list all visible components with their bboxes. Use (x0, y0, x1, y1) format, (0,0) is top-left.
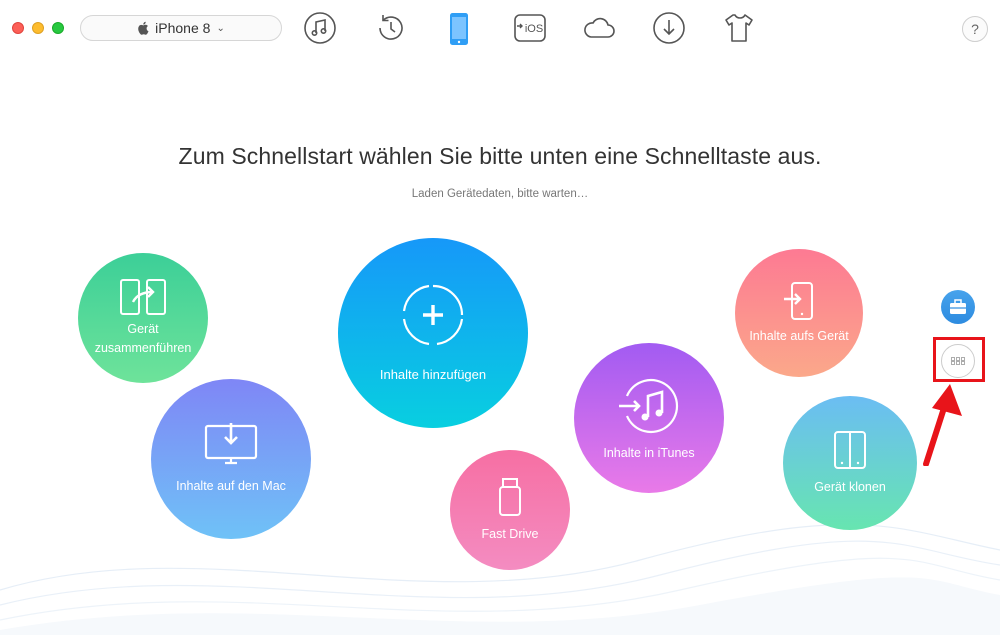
help-button[interactable]: ? (962, 16, 988, 42)
fast-drive-label: Fast Drive (481, 526, 539, 541)
clone-icon (834, 430, 866, 469)
loading-status: Laden Gerätedaten, bitte warten… (411, 188, 589, 200)
help-label: ? (971, 21, 979, 37)
content-to-mac-label: Inhalte auf den Mac (176, 478, 286, 493)
svg-text:iOS: iOS (525, 23, 543, 35)
itunes-icon (619, 378, 679, 433)
page-title: Zum Schnellstart wählen Sie bitte unten … (178, 143, 822, 169)
cloud-icon[interactable] (581, 10, 617, 46)
chevron-down-icon: ⌄ (216, 22, 225, 34)
add-icon (402, 284, 464, 345)
add-content-label: Inhalte hinzufügen (379, 366, 487, 382)
shirt-icon[interactable] (721, 10, 757, 46)
history-icon[interactable] (373, 10, 409, 46)
annotation-highlight-box (933, 337, 985, 382)
to-device-icon (784, 281, 813, 320)
content-to-mac-button[interactable]: Inhalte auf den Mac (151, 379, 311, 539)
minimize-window-button[interactable] (32, 22, 44, 34)
merge-label-line1: Gerät (127, 322, 159, 336)
add-content-button[interactable]: Inhalte hinzufügen (338, 238, 528, 428)
usb-drive-icon (499, 477, 521, 516)
device-name: iPhone 8 (155, 20, 211, 36)
content-to-itunes-label: Inhalte in iTunes (603, 445, 695, 460)
download-icon[interactable] (651, 10, 687, 46)
merge-label-line2: zusammenführen (94, 341, 192, 355)
annotation-arrow-icon (923, 384, 962, 466)
apple-icon (138, 21, 149, 35)
fast-drive-button[interactable]: Fast Drive (450, 450, 570, 570)
clone-device-label: Gerät klonen (814, 479, 886, 494)
toolbox-icon (950, 299, 966, 314)
merge-icon (120, 279, 166, 315)
ios-icon[interactable]: iOS (512, 10, 548, 46)
toolkit-button[interactable] (941, 290, 975, 324)
close-window-button[interactable] (12, 22, 24, 34)
device-icon[interactable] (441, 10, 477, 46)
zoom-window-button[interactable] (52, 22, 64, 34)
toolbar: iPhone 8 ⌄ iOS ? (0, 0, 1000, 56)
content-to-itunes-button[interactable]: Inhalte in iTunes (574, 343, 724, 493)
device-selector[interactable]: iPhone 8 ⌄ (80, 15, 282, 41)
content-to-device-button[interactable]: Inhalte aufs Gerät (735, 249, 863, 377)
merge-devices-button[interactable]: Gerät zusammenführen (78, 253, 208, 383)
clone-device-button[interactable]: Gerät klonen (783, 396, 917, 530)
monitor-download-icon (204, 422, 258, 464)
content-to-device-label: Inhalte aufs Gerät (749, 328, 849, 343)
music-icon[interactable] (302, 10, 338, 46)
